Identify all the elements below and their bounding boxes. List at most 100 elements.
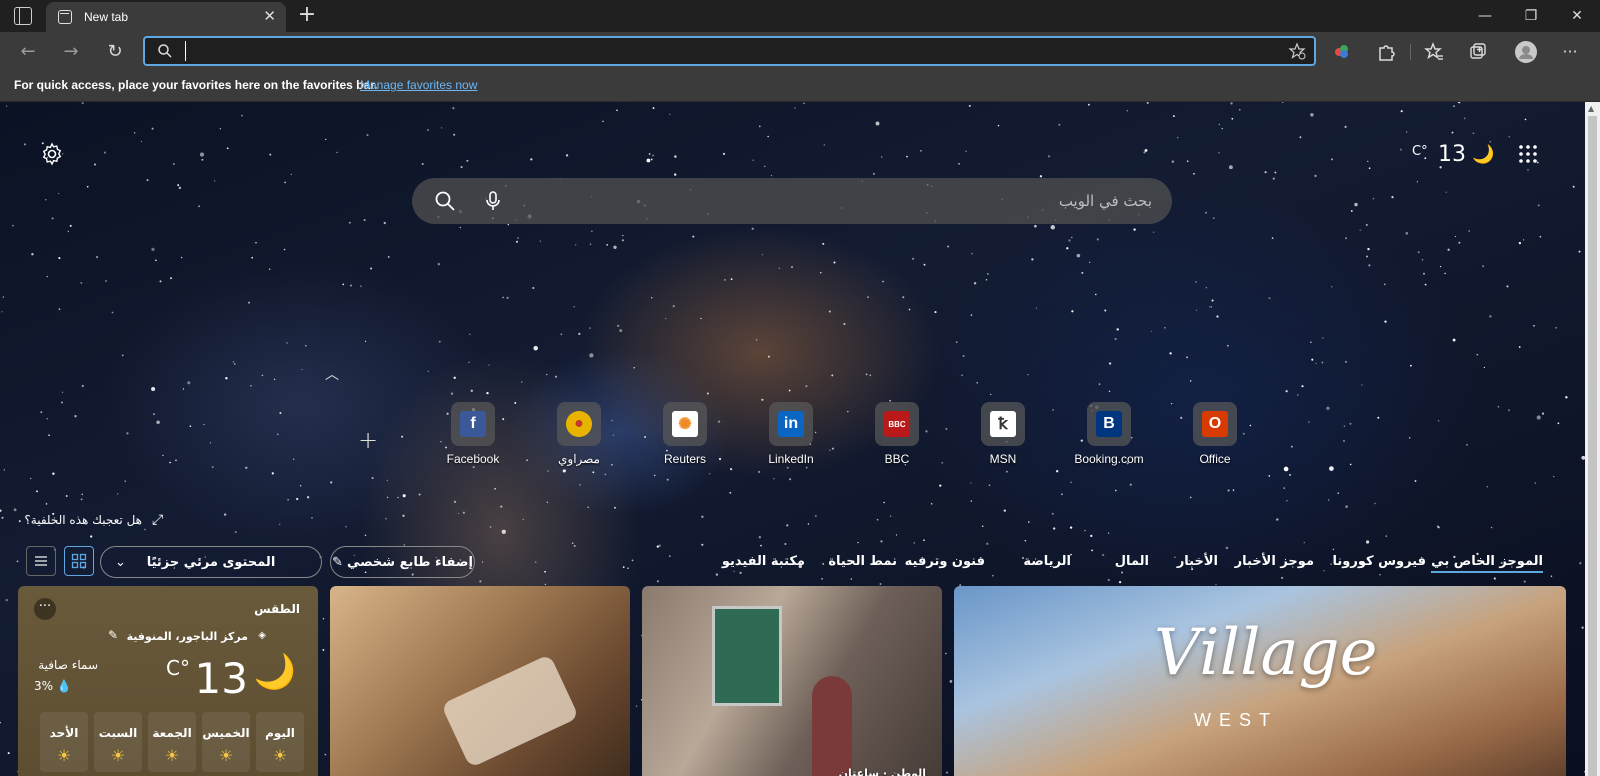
weather-location[interactable]: مركز الباجور، المنوفية (127, 630, 248, 643)
close-tab-icon[interactable]: ✕ (263, 8, 276, 24)
refresh-button[interactable]: ↻ (101, 38, 129, 66)
close-window-button[interactable]: ✕ (1554, 0, 1600, 32)
personalize-button[interactable]: إضفاء طابع شخصي ✎ (330, 546, 475, 578)
forecast-day[interactable]: اليوم ☀ (256, 712, 304, 772)
booking-icon: B (1096, 411, 1122, 437)
favorites-icon[interactable] (1422, 40, 1446, 64)
tab-new-tab[interactable]: New tab ✕ (46, 2, 286, 32)
grid-view-button[interactable] (64, 546, 94, 576)
app-launcher-icon[interactable] (1518, 144, 1538, 164)
scrollbar-thumb[interactable] (1588, 116, 1597, 776)
news-image (712, 606, 782, 706)
list-view-icon (35, 556, 47, 566)
forecast-day[interactable]: السبت ☀ (94, 712, 142, 772)
minimize-button[interactable]: — (1462, 0, 1508, 32)
tab-coronavirus[interactable]: فيروس كورونا (1333, 554, 1427, 569)
ad-card[interactable]: Village WEST (954, 586, 1566, 776)
forecast-day-label: الخميس (202, 726, 250, 740)
collapse-quick-links-icon[interactable]: ︿ (325, 364, 339, 384)
top-site-label: Facebook (446, 452, 500, 466)
news-image-person (812, 676, 852, 776)
forecast-day-label: السبت (98, 726, 138, 740)
weather-card[interactable]: الطقس ··· ◈ مركز الباجور، المنوفية ✎ 🌙 1… (18, 586, 318, 776)
feed-navigation: المحتوى مرئي جزئيًا ⌄ إضفاء طابع شخصي ✎ … (0, 542, 1585, 582)
address-input[interactable] (185, 41, 1235, 61)
weather-temp: 13 (1438, 142, 1466, 167)
weather-card-unit: C° (166, 656, 190, 680)
profile-avatar-icon[interactable] (1514, 40, 1538, 64)
sun-icon: ☀ (56, 746, 72, 765)
back-button[interactable]: ← (14, 38, 42, 66)
extensions-icon[interactable] (1374, 40, 1398, 64)
toolbar: ← → ↻ ··· (0, 32, 1600, 72)
top-site-masrawy[interactable]: ● مصراوي (534, 402, 624, 466)
forecast-day-label: الأحد (49, 726, 79, 740)
web-search-input[interactable] (522, 188, 1152, 214)
news-card-image[interactable] (330, 586, 630, 776)
content-visibility-dropdown[interactable]: المحتوى مرئي جزئيًا ⌄ (100, 546, 322, 578)
top-site-booking[interactable]: B Booking.com (1064, 402, 1154, 466)
top-site-msn[interactable]: ꝁ MSN (958, 402, 1048, 466)
news-card[interactable]: الوطن · ساعتان (642, 586, 942, 776)
top-site-bbc[interactable]: BBC BBC (852, 402, 942, 466)
top-site-reuters[interactable]: ✺ Reuters (640, 402, 730, 466)
search-icon[interactable] (434, 190, 456, 212)
sun-icon: ☀ (164, 746, 180, 765)
background-feedback[interactable]: ⤢ هل تعجبك هذه الخلفية؟ (22, 512, 172, 528)
tab-sports[interactable]: الرياضة (1023, 554, 1071, 569)
microphone-icon[interactable] (482, 190, 504, 212)
tab-news[interactable]: الأخبار (1177, 554, 1218, 569)
sun-icon: ☀ (218, 746, 234, 765)
page-scrollbar[interactable]: ▲ (1585, 102, 1600, 776)
location-icon: ◈ (258, 630, 266, 641)
favorites-bar-message: For quick access, place your favorites h… (14, 78, 378, 92)
grid-view-icon (71, 553, 87, 569)
web-search-box[interactable] (412, 178, 1172, 224)
manage-favorites-link[interactable]: Manage favorites now (360, 78, 477, 92)
add-site-button[interactable]: + (358, 426, 378, 454)
forecast-day[interactable]: الجمعة ☀ (148, 712, 196, 772)
top-site-linkedin[interactable]: in LinkedIn (746, 402, 836, 466)
extension-colorful-icon[interactable] (1330, 40, 1354, 64)
favorites-bar: For quick access, place your favorites h… (0, 72, 1600, 102)
tab-actions-icon[interactable] (14, 7, 32, 25)
forward-button[interactable]: → (57, 38, 85, 66)
tab-lifestyle[interactable]: نمط الحياة (828, 554, 897, 569)
top-site-label: LinkedIn (768, 452, 814, 466)
news-source: الوطن · ساعتان (838, 767, 926, 776)
forecast-day-label: اليوم (265, 726, 295, 740)
linkedin-icon: in (778, 411, 804, 437)
scroll-up-icon[interactable]: ▲ (1588, 104, 1594, 113)
top-site-facebook[interactable]: f Facebook (428, 402, 518, 466)
settings-more-button[interactable]: ··· (1556, 38, 1584, 66)
address-bar[interactable] (143, 36, 1316, 66)
forecast-day[interactable]: الخميس ☀ (202, 712, 250, 772)
top-site-label: Booking.com (1074, 452, 1144, 466)
new-tab-button[interactable]: + (294, 2, 320, 28)
weather-unit: C° (1412, 144, 1428, 159)
forecast-day[interactable]: الأحد ☀ (40, 712, 88, 772)
tab-entertainment[interactable]: فنون وترفيه (905, 554, 985, 569)
top-site-office[interactable]: O Office (1170, 402, 1260, 466)
ad-title: Village (1154, 616, 1378, 690)
toolbar-divider (1410, 44, 1411, 60)
sun-icon: ☀ (272, 746, 288, 765)
masrawy-icon: ● (566, 411, 592, 437)
top-site-label: مصراوي (558, 452, 600, 466)
sun-icon: ☀ (110, 746, 126, 765)
edit-location-icon[interactable]: ✎ (108, 628, 118, 642)
collections-icon[interactable] (1466, 40, 1490, 64)
more-options-icon[interactable]: ··· (34, 598, 56, 620)
restore-button[interactable]: ❐ (1508, 0, 1554, 32)
list-view-button[interactable] (26, 546, 56, 576)
tab-money[interactable]: المال (1115, 554, 1149, 569)
title-bar: New tab ✕ + — ❐ ✕ (0, 0, 1600, 32)
search-icon (158, 44, 172, 58)
tab-my-feed[interactable]: الموجز الخاص بي (1431, 554, 1543, 573)
page-settings-icon[interactable] (40, 142, 64, 166)
weather-condition: سماء صافية (38, 658, 98, 672)
add-favorite-icon[interactable] (1288, 42, 1306, 60)
expand-icon[interactable]: ⤢ (152, 512, 163, 528)
tab-video-library[interactable]: مكتبة الفيديو (722, 554, 805, 569)
tab-news-brief[interactable]: موجز الأخبار (1235, 554, 1314, 569)
